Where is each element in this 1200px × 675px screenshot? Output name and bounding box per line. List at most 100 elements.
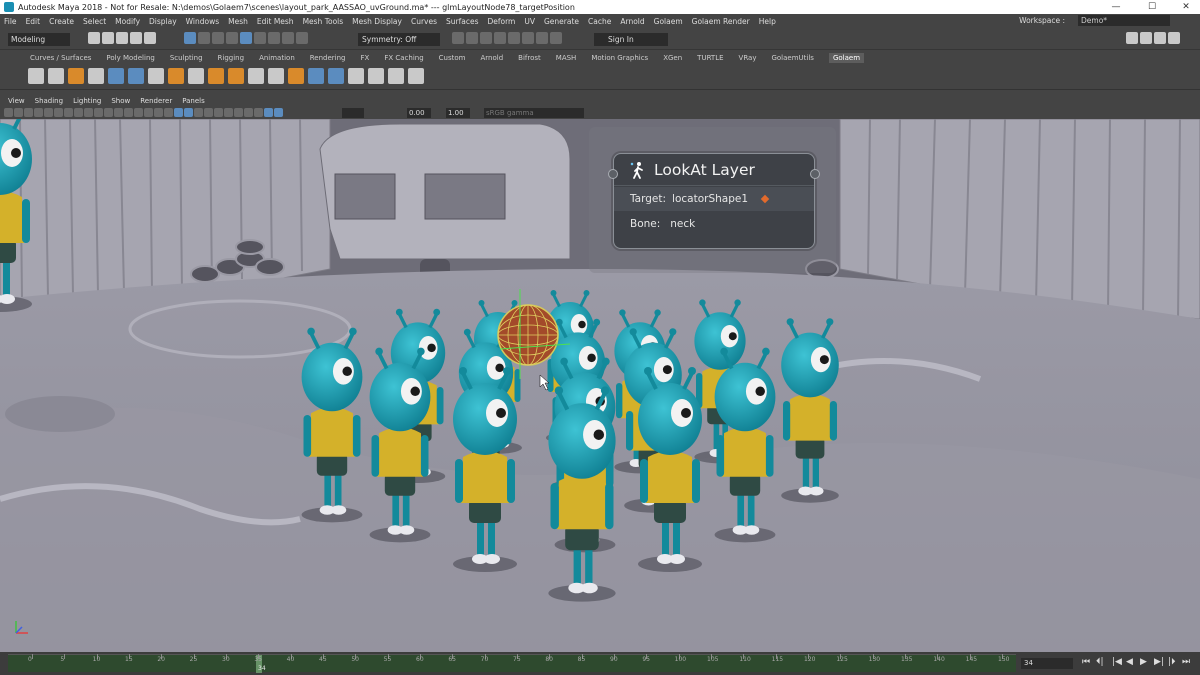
attribute-editor-icon[interactable] (1140, 32, 1152, 44)
xray-active-icon[interactable] (254, 108, 263, 117)
safe-action-icon[interactable] (94, 108, 103, 117)
character-icon[interactable] (48, 68, 64, 84)
bookmark-icon[interactable] (24, 108, 33, 117)
menu-deform[interactable]: Deform (487, 17, 515, 26)
vector-field-icon[interactable] (388, 68, 404, 84)
gate-mask-icon[interactable] (74, 108, 83, 117)
playblast-icon[interactable] (536, 32, 548, 44)
entity-type-icon[interactable] (88, 68, 104, 84)
physics-icon[interactable] (288, 68, 304, 84)
pause-icon[interactable] (550, 32, 562, 44)
minimize-button[interactable]: — (1102, 0, 1130, 14)
menu-mesh-tools[interactable]: Mesh Tools (303, 17, 344, 26)
layout-tool-icon[interactable] (268, 68, 284, 84)
render-view-icon[interactable] (508, 32, 520, 44)
menu-mesh-display[interactable]: Mesh Display (352, 17, 402, 26)
motion-icon[interactable] (188, 68, 204, 84)
panel-menu-show[interactable]: Show (111, 97, 130, 105)
snap-curve-icon[interactable] (254, 32, 266, 44)
tab-curves-surfaces[interactable]: Curves / Surfaces (30, 54, 91, 62)
xray-joints-icon[interactable] (244, 108, 253, 117)
arnold-render-icon[interactable] (522, 32, 534, 44)
symmetry-dropdown[interactable]: Symmetry: Off (358, 33, 440, 46)
tab-rigging[interactable]: Rigging (218, 54, 245, 62)
tab-mash[interactable]: MASH (556, 54, 577, 62)
tab-poly-modeling[interactable]: Poly Modeling (106, 54, 154, 62)
tab-arnold[interactable]: Arnold (481, 54, 504, 62)
tab-fx[interactable]: FX (361, 54, 370, 62)
panel-menu-renderer[interactable]: Renderer (140, 97, 172, 105)
menu-golaem[interactable]: Golaem (654, 17, 683, 26)
resolution-gate-icon[interactable] (64, 108, 73, 117)
menu-surfaces[interactable]: Surfaces (446, 17, 478, 26)
menu-golaem-render[interactable]: Golaem Render (692, 17, 750, 26)
lookat-layer-node[interactable]: LookAt Layer Target: locatorShape1 Bone:… (608, 153, 820, 249)
camera-lock-icon[interactable] (264, 108, 273, 117)
xray-icon[interactable] (234, 108, 243, 117)
textured-icon[interactable] (154, 108, 163, 117)
anti-aliasing-icon[interactable] (204, 108, 213, 117)
undo-icon[interactable] (130, 32, 142, 44)
tab-animation[interactable]: Animation (259, 54, 295, 62)
menu-mesh[interactable]: Mesh (228, 17, 248, 26)
crowd-field-icon[interactable] (68, 68, 84, 84)
default-material-icon[interactable] (134, 108, 143, 117)
step-back-frame-button[interactable]: |◀ (1112, 657, 1122, 667)
go-to-start-button[interactable]: ⏮ (1082, 657, 1090, 667)
safe-title-icon[interactable] (104, 108, 113, 117)
select-object-icon[interactable] (198, 32, 210, 44)
camera-attributes-icon[interactable] (14, 108, 23, 117)
menu-edit[interactable]: Edit (26, 17, 41, 26)
panel-menu-lighting[interactable]: Lighting (73, 97, 101, 105)
cache-proxy-icon[interactable] (328, 68, 344, 84)
close-button[interactable]: ✕ (1172, 0, 1200, 14)
node-target-row[interactable]: Target: locatorShape1 (614, 187, 814, 211)
motion-blur-icon[interactable] (194, 108, 203, 117)
menu-uv[interactable]: UV (524, 17, 535, 26)
menu-display[interactable]: Display (149, 17, 177, 26)
particles-icon[interactable] (228, 68, 244, 84)
exposure-field[interactable]: 0.00 (407, 108, 431, 118)
render-icon[interactable] (452, 32, 464, 44)
menu-curves[interactable]: Curves (411, 17, 437, 26)
gamma-field[interactable]: 1.00 (446, 108, 470, 118)
play-forwards-button[interactable]: ▶ (1140, 657, 1147, 667)
tab-vray[interactable]: VRay (739, 54, 757, 62)
colorspace-dropdown[interactable]: sRGB gamma (484, 108, 584, 118)
save-scene-icon[interactable] (116, 32, 128, 44)
redo-icon[interactable] (144, 32, 156, 44)
tab-fx-caching[interactable]: FX Caching (384, 54, 423, 62)
workspace-dropdown[interactable]: Demo* (1078, 15, 1170, 26)
navigation-mesh-icon[interactable] (128, 68, 144, 84)
step-forward-key-button[interactable]: |⏵ (1168, 657, 1176, 667)
tab-motion-graphics[interactable]: Motion Graphics (591, 54, 648, 62)
panel-menu-panels[interactable]: Panels (182, 97, 205, 105)
tab-sculpting[interactable]: Sculpting (170, 54, 203, 62)
image-plane-icon[interactable] (34, 108, 43, 117)
new-scene-icon[interactable] (88, 32, 100, 44)
hud-icon[interactable] (274, 108, 283, 117)
panel-menu-view[interactable]: View (8, 97, 25, 105)
ambient-occlusion-icon[interactable] (184, 108, 193, 117)
menu-file[interactable]: File (4, 17, 17, 26)
simulation-cache-icon[interactable] (248, 68, 264, 84)
ragdoll-icon[interactable] (308, 68, 324, 84)
menu-generate[interactable]: Generate (544, 17, 579, 26)
smooth-shade-icon[interactable] (124, 108, 133, 117)
wireframe-icon[interactable] (114, 108, 123, 117)
snap-plane-icon[interactable] (282, 32, 294, 44)
menu-edit-mesh[interactable]: Edit Mesh (257, 17, 294, 26)
lasso-icon[interactable] (226, 32, 238, 44)
tab-turtle[interactable]: TURTLE (697, 54, 723, 62)
tab-golaem[interactable]: Golaem (828, 52, 865, 63)
menu-windows[interactable]: Windows (186, 17, 219, 26)
select-component-icon[interactable] (212, 32, 224, 44)
hypershade-icon[interactable] (494, 32, 506, 44)
tab-golaemutils[interactable]: GolaemUtils (771, 54, 813, 62)
step-back-key-button[interactable]: ⏴| (1096, 657, 1104, 667)
menu-cache[interactable]: Cache (588, 17, 611, 26)
tab-rendering[interactable]: Rendering (310, 54, 346, 62)
tool-settings-icon[interactable] (1154, 32, 1166, 44)
menu-help[interactable]: Help (759, 17, 776, 26)
lights-icon[interactable] (164, 108, 173, 117)
